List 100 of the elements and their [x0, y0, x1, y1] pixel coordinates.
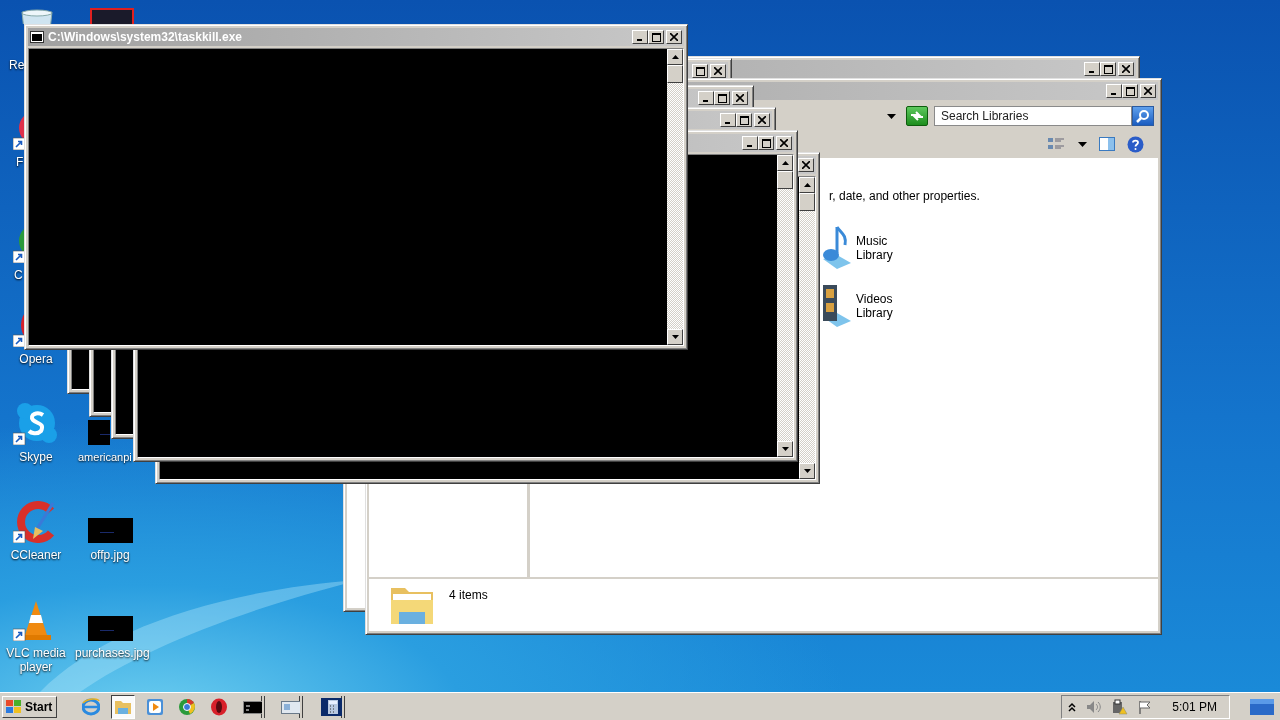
close-button[interactable] — [666, 30, 682, 44]
close-icon — [780, 139, 788, 147]
help-button[interactable] — [1127, 135, 1144, 153]
flag-logo-icon — [5, 698, 23, 715]
icon-label[interactable]: C — [14, 268, 24, 282]
close-icon — [736, 94, 744, 102]
close-icon — [802, 161, 810, 169]
minimize-button[interactable] — [1106, 84, 1122, 98]
scroll-bar[interactable] — [777, 155, 793, 457]
network-warning-icon[interactable] — [1112, 698, 1129, 715]
console-icon — [30, 31, 44, 43]
maximize-button[interactable] — [736, 113, 752, 127]
minimize-button[interactable] — [698, 91, 714, 105]
music-note-icon — [821, 225, 851, 271]
item-count: 4 items — [449, 587, 488, 602]
film-strip-icon — [821, 283, 851, 329]
image-thumbnail[interactable] — [88, 518, 133, 543]
library-description: r, date, and other properties. — [829, 189, 981, 203]
maximize-icon — [761, 138, 771, 148]
icon-label[interactable]: CCleaner — [1, 548, 71, 562]
chevron-up-icon[interactable] — [1068, 701, 1077, 712]
show-desktop-icon[interactable] — [1250, 698, 1274, 715]
scroll-thumb[interactable] — [799, 193, 815, 211]
close-icon — [758, 116, 766, 124]
ring-logo-icon — [210, 697, 229, 716]
maximize-icon — [717, 93, 727, 103]
colored-circle-icon — [178, 697, 197, 716]
caret-icon — [1078, 141, 1087, 147]
close-icon — [1122, 65, 1130, 73]
play-icon — [146, 697, 165, 716]
maximize-button[interactable] — [648, 30, 664, 44]
scroll-down-button[interactable] — [777, 441, 793, 457]
scroll-thumb[interactable] — [667, 65, 683, 83]
scroll-up-button[interactable] — [799, 177, 815, 193]
close-button[interactable] — [754, 113, 770, 127]
scroll-down-button[interactable] — [799, 463, 815, 479]
e-logo-icon — [82, 697, 101, 716]
maximize-icon — [739, 115, 749, 125]
window-title: C:\Windows\system32\taskkill.exe — [48, 30, 243, 44]
maximize-icon — [651, 32, 661, 42]
scroll-up-button[interactable] — [777, 155, 793, 171]
dropdown-arrow-icon[interactable] — [887, 113, 896, 119]
down-arrow-icon — [671, 335, 679, 339]
scroll-bar[interactable] — [667, 49, 683, 345]
search-field[interactable]: Search Libraries — [934, 106, 1132, 126]
calculator-icon — [318, 697, 343, 716]
down-arrow-icon — [781, 447, 789, 451]
close-button[interactable] — [710, 64, 726, 78]
icon-label[interactable]: Opera — [1, 352, 71, 366]
scroll-bar[interactable] — [799, 177, 815, 479]
icon-label[interactable]: Skype — [1, 450, 71, 464]
maximize-button[interactable] — [1100, 62, 1116, 76]
close-button[interactable] — [1140, 84, 1156, 98]
icon-label[interactable]: americanpi — [78, 450, 132, 464]
image-thumbnail[interactable] — [88, 420, 110, 445]
close-button[interactable] — [732, 91, 748, 105]
library-item[interactable]: Videos Library — [821, 283, 1158, 329]
flag-icon[interactable] — [1138, 699, 1153, 714]
search-icon — [1136, 109, 1150, 123]
icon-label[interactable]: offp.jpg — [75, 548, 145, 562]
refresh-arrows-icon — [910, 111, 924, 121]
close-icon — [1144, 87, 1152, 95]
maximize-icon — [695, 66, 705, 76]
scroll-up-button[interactable] — [667, 49, 683, 65]
maximize-icon — [1103, 64, 1113, 74]
minimize-button[interactable] — [1084, 62, 1100, 76]
pane-icon — [1099, 137, 1115, 151]
view-dropdown-button[interactable] — [1078, 141, 1087, 147]
maximize-button[interactable] — [1122, 84, 1138, 98]
close-button[interactable] — [1118, 62, 1134, 76]
up-arrow-icon — [803, 183, 811, 187]
question-mark-icon — [1127, 135, 1144, 153]
close-icon — [670, 33, 678, 41]
up-arrow-icon — [671, 55, 679, 59]
close-button[interactable] — [798, 158, 814, 172]
library-item[interactable]: Music Library — [821, 225, 1158, 271]
close-button[interactable] — [776, 136, 792, 150]
icon-label[interactable]: F — [16, 155, 24, 169]
refresh-button[interactable] — [906, 106, 928, 126]
icon-label[interactable]: Re — [9, 58, 23, 72]
image-thumbnail[interactable] — [88, 616, 133, 641]
start-button[interactable]: Start — [2, 695, 58, 718]
maximize-button[interactable] — [758, 136, 774, 150]
up-arrow-icon — [781, 161, 789, 165]
maximize-button[interactable] — [692, 64, 708, 78]
scroll-down-button[interactable] — [667, 329, 683, 345]
close-icon — [714, 67, 722, 75]
scroll-thumb[interactable] — [777, 171, 793, 189]
preview-pane-button[interactable] — [1099, 137, 1115, 151]
minimize-button[interactable] — [720, 113, 736, 127]
clock[interactable]: 5:01 PM — [1172, 699, 1217, 714]
maximize-button[interactable] — [714, 91, 730, 105]
search-button[interactable] — [1132, 106, 1154, 126]
minimize-button[interactable] — [632, 30, 648, 44]
minimize-button[interactable] — [742, 136, 758, 150]
down-arrow-icon — [803, 469, 811, 473]
details-view-icon — [1048, 137, 1066, 151]
cloud-logo-icon[interactable] — [13, 403, 59, 445]
maximize-icon — [1125, 86, 1135, 96]
taskbar-button[interactable] — [111, 694, 136, 719]
